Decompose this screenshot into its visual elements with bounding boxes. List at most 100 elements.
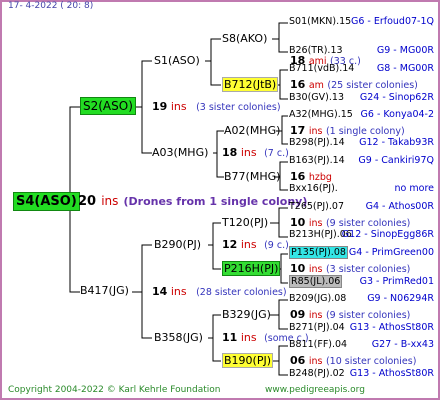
gen3-info-p216h: 10 ins (3 sister colonies) (290, 263, 410, 275)
gen4-id: G27 - B-xx43 (371, 339, 434, 350)
gen4-id: G9 - MG00R (376, 45, 434, 56)
gen4-row: B298(PJ).14 (289, 138, 345, 148)
gen2-note-a03: (7 c.) (264, 148, 289, 159)
gen1-note-b417: (28 sister colonies) (196, 287, 287, 298)
gen4-id: G24 - Sinop62R (359, 92, 434, 103)
gen3-info-b190: 06 ins (10 sister colonies) (290, 355, 416, 367)
gen3-name-p216h: P216H(PJ) (222, 261, 281, 276)
gen2-info-a03: 18 ins (7 c.) (222, 147, 289, 159)
gen3-node-b190: B190(PJ) (222, 353, 274, 368)
gen2-node-b358: B358(JG) (154, 331, 203, 344)
gen3-node-p216h: P216H(PJ) (222, 261, 281, 276)
gen4-name: Bxx16(PJ). (289, 183, 338, 194)
gen1-node-s2: S2(ASO) (80, 97, 136, 115)
gen1-note-s2: (3 sister colonies) (196, 102, 281, 113)
gen4-name: P135(PJ).08 (289, 246, 348, 259)
gen4-name: B163(PJ).14 (289, 155, 345, 166)
gen3-node-b77: B77(MHG) (224, 170, 281, 183)
gen3-name-b712: B712(JtB) (222, 77, 279, 92)
gen1-info-b417: 14 ins (28 sister colonies) (152, 286, 287, 298)
gen3-num-b329: 09 (290, 308, 306, 321)
root-note: (Drones from 1 single colony) (123, 195, 308, 208)
gen4-row: P135(PJ).08 (289, 246, 348, 259)
gen3-num-b77: 16 (290, 170, 306, 183)
gen4-row: B163(PJ).14 (289, 156, 345, 166)
gen4-row: B711(vdB).14 (289, 64, 354, 74)
gen3-note-b190: (10 sister colonies) (325, 356, 417, 367)
gen2-info-b290: 12 ins (9 c.) (222, 239, 289, 251)
gen4-id: G13 - AthosSt80R (349, 368, 434, 379)
gen4-id: no more (394, 183, 434, 194)
root-ins: ins (101, 194, 119, 208)
gen4-name: B209(JG).08 (289, 293, 347, 304)
gen3-num-a02: 17 (290, 124, 306, 137)
gen3-node-b712: B712(JtB) (222, 77, 279, 92)
gen4-row: B209(JG).08 (289, 294, 346, 304)
footer-url[interactable]: www.pedigreeapis.org (265, 386, 365, 395)
gen3-info-b712: 16 am (25 sister colonies) (290, 79, 418, 91)
gen3-num-p216h: 10 (290, 262, 306, 275)
gen4-id: G4 - Athos00R (365, 201, 434, 212)
gen3-ins-t120: ins (308, 218, 323, 229)
footer-copyright: Copyright 2004-2022 © Karl Kehrle Founda… (8, 385, 221, 395)
gen3-info-a02: 17 ins (1 single colony) (290, 125, 405, 137)
gen4-name: B711(vdB).14 (289, 63, 355, 74)
gen1-ins-b417: ins (170, 285, 187, 298)
root-name: S4(ASO) (13, 192, 80, 211)
gen3-ins-p216h: ins (308, 264, 323, 275)
gen4-id: G9 - Cankiri97Q (358, 155, 434, 166)
gen4-row: S01(MKN).15 (289, 17, 351, 27)
gen3-info-b77: 16 hzbg (290, 171, 332, 183)
gen4-name: B26(TR).13 (289, 45, 343, 56)
gen2-node-s1: S1(ASO) (154, 54, 200, 67)
gen4-id: G3 - PrimRed01 (359, 276, 434, 287)
gen4-row: B271(PJ).04 (289, 323, 345, 333)
gen4-id: G6 - Erfoud07-1Q (350, 16, 434, 27)
root-num: 20 (78, 194, 97, 209)
gen3-note-b329: (9 sister colonies) (325, 310, 411, 321)
gen4-name: T265(PJ).07 (289, 201, 344, 212)
gen4-name: R85(JL).06 (289, 275, 343, 288)
gen2-node-a03: A03(MHG) (152, 146, 209, 159)
gen2-ins-a03: ins (240, 146, 257, 159)
gen3-info-b329: 09 ins (9 sister colonies) (290, 309, 410, 321)
gen4-row: T265(PJ).07 (289, 202, 344, 212)
gen3-node-b329: B329(JG) (222, 308, 271, 321)
gen3-info-t120: 10 ins (9 sister colonies) (290, 217, 410, 229)
gen3-ins-b190: ins (308, 356, 323, 367)
gen4-row: B248(PJ).02 (289, 369, 345, 379)
root-info: 20 ins (Drones from 1 single colony) (78, 192, 307, 208)
gen2-note-b290: (9 c.) (264, 240, 289, 251)
gen3-name-b190: B190(PJ) (222, 353, 274, 368)
gen1-name-s2: S2(ASO) (80, 97, 136, 115)
gen4-name: B248(PJ).02 (289, 368, 345, 379)
gen3-node-a02: A02(MHG) (224, 124, 281, 137)
gen4-name: B811(FF).04 (289, 339, 348, 350)
gen4-name: A32(MHG).15 (289, 109, 353, 120)
gen3-ins-a02: ins (308, 126, 323, 137)
gen2-num-b290: 12 (222, 238, 238, 251)
gen2-ins-b290: ins (240, 238, 257, 251)
gen2-node-b290: B290(PJ) (154, 238, 202, 251)
gen3-note-p216h: (3 sister colonies) (325, 264, 411, 275)
gen4-row: B30(GV).13 (289, 93, 344, 103)
gen1-ins-s2: ins (170, 100, 187, 113)
gen3-ins-b77: hzbg (308, 172, 332, 183)
gen1-num-b417: 14 (152, 285, 168, 298)
gen4-row: Bxx16(PJ). (289, 184, 338, 194)
gen4-id: G12 - Takab93R (359, 137, 434, 148)
root-node: S4(ASO) (13, 192, 80, 211)
gen1-num-s2: 19 (152, 100, 168, 113)
gen4-id: G9 - N06294R (367, 293, 434, 304)
gen4-row: B26(TR).13 (289, 46, 343, 56)
gen1-info-s2: 19 ins (3 sister colonies) (152, 101, 281, 113)
gen2-num-b358: 11 (222, 331, 238, 344)
gen4-row: A32(MHG).15 (289, 110, 353, 120)
gen4-name: B271(PJ).04 (289, 322, 345, 333)
gen2-ins-b358: ins (240, 331, 257, 344)
gen3-num-t120: 10 (290, 216, 306, 229)
gen2-num-a03: 18 (222, 146, 238, 159)
gen4-id: G4 - PrimGreen00 (348, 247, 434, 258)
gen3-note-t120: (9 sister colonies) (325, 218, 411, 229)
gen4-id: G6 - Konya04-2 (360, 109, 434, 120)
